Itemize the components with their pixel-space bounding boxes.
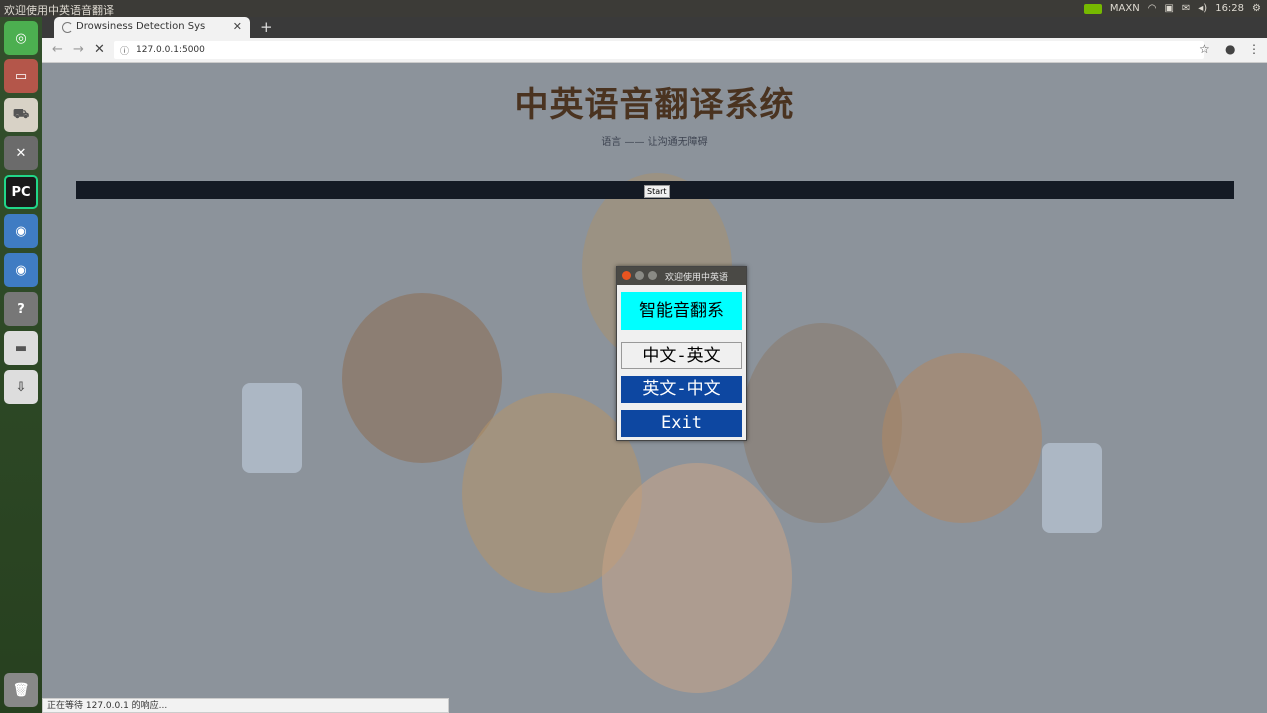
software-center-icon[interactable]: ⛟ <box>4 98 38 132</box>
chinese-to-english-button[interactable]: 中文-英文 <box>621 342 742 369</box>
back-button[interactable]: ← <box>52 42 63 57</box>
bookmark-star-icon[interactable]: ☆ <box>1199 42 1210 56</box>
nvidia-mode-label[interactable]: MAXN <box>1110 3 1140 14</box>
translator-dialog: 欢迎使用中英语 智能音翻系 中文-英文 英文-中文 Exit <box>616 266 747 441</box>
cartoon-person-center <box>602 463 792 693</box>
start-button[interactable]: Start <box>644 185 670 198</box>
info-icon[interactable]: ⓘ <box>120 44 129 57</box>
forward-button[interactable]: → <box>73 42 84 57</box>
usb-drive-icon[interactable]: ⇩ <box>4 370 38 404</box>
page-subtitle: 语言 —— 让沟通无障碍 <box>601 137 708 148</box>
dialog-titlebar[interactable]: 欢迎使用中英语 <box>617 267 746 285</box>
chromium-icon-2[interactable]: ◉ <box>4 253 38 287</box>
gear-icon[interactable]: ⚙ <box>1252 3 1261 14</box>
page-title: 中英语音翻译系统 <box>514 85 795 125</box>
input-method-icon[interactable]: ▣ <box>1164 3 1173 14</box>
trash-icon[interactable]: 🗑 <box>4 673 38 707</box>
new-tab-button[interactable]: + <box>260 18 273 36</box>
file-manager-icon[interactable]: ▭ <box>4 59 38 93</box>
browser-status-bubble: 正在等待 127.0.0.1 的响应... <box>42 698 449 713</box>
exit-button[interactable]: Exit <box>621 410 742 437</box>
address-bar[interactable]: ⓘ 127.0.0.1:5000 <box>114 41 1204 59</box>
menu-icon[interactable]: ⋮ <box>1248 42 1260 56</box>
system-settings-icon[interactable]: ✕ <box>4 136 38 170</box>
system-top-panel: 欢迎使用中英语音翻译 MAXN ◠ ▣ ✉ ◂) 16:28 ⚙ <box>0 0 1267 17</box>
wifi-icon[interactable]: ◠ <box>1148 3 1157 14</box>
close-tab-icon[interactable]: ✕ <box>233 20 242 33</box>
tab-title: Drowsiness Detection Sys <box>76 21 206 32</box>
active-window-title: 欢迎使用中英语音翻译 <box>4 4 114 17</box>
loading-spinner-icon <box>62 22 73 33</box>
cartoon-person-cap <box>742 323 902 523</box>
clock[interactable]: 16:28 <box>1215 3 1244 14</box>
browser-tab-bar: Drowsiness Detection Sys ✕ + <box>42 17 1267 38</box>
drive-icon[interactable]: ▬ <box>4 331 38 365</box>
phone-right-image <box>1042 443 1102 533</box>
mail-icon[interactable]: ✉ <box>1182 3 1190 14</box>
launcher: ◎ ▭ ⛟ ✕ PC ◉ ◉ ? ▬ ⇩ 🗑 <box>0 17 42 713</box>
profile-icon[interactable]: ● <box>1225 42 1235 56</box>
start-bar: Start <box>76 181 1234 199</box>
nvidia-icon[interactable] <box>1083 3 1102 14</box>
chromium-icon[interactable]: ◉ <box>4 214 38 248</box>
minimize-window-button[interactable] <box>635 271 644 280</box>
english-to-chinese-button[interactable]: 英文-中文 <box>621 376 742 403</box>
stop-button[interactable]: ✕ <box>94 42 105 57</box>
help-icon[interactable]: ? <box>4 292 38 326</box>
cartoon-person-right <box>882 353 1042 523</box>
phone-left-image <box>242 383 302 473</box>
browser-toolbar: ← → ✕ ⓘ 127.0.0.1:5000 ☆ ● ⋮ <box>42 38 1267 63</box>
dialog-title: 欢迎使用中英语 <box>665 273 729 283</box>
volume-icon[interactable]: ◂) <box>1198 3 1207 14</box>
pycharm-icon[interactable]: PC <box>4 175 38 209</box>
url-text[interactable]: 127.0.0.1:5000 <box>136 45 205 55</box>
ubuntu-logo-icon[interactable]: ◎ <box>4 21 38 55</box>
system-tray: MAXN ◠ ▣ ✉ ◂) 16:28 ⚙ <box>1083 1 1261 16</box>
close-window-button[interactable] <box>622 271 631 280</box>
browser-tab[interactable]: Drowsiness Detection Sys ✕ <box>54 17 250 38</box>
maximize-window-button[interactable] <box>648 271 657 280</box>
app-banner-label: 智能音翻系 <box>621 292 742 330</box>
